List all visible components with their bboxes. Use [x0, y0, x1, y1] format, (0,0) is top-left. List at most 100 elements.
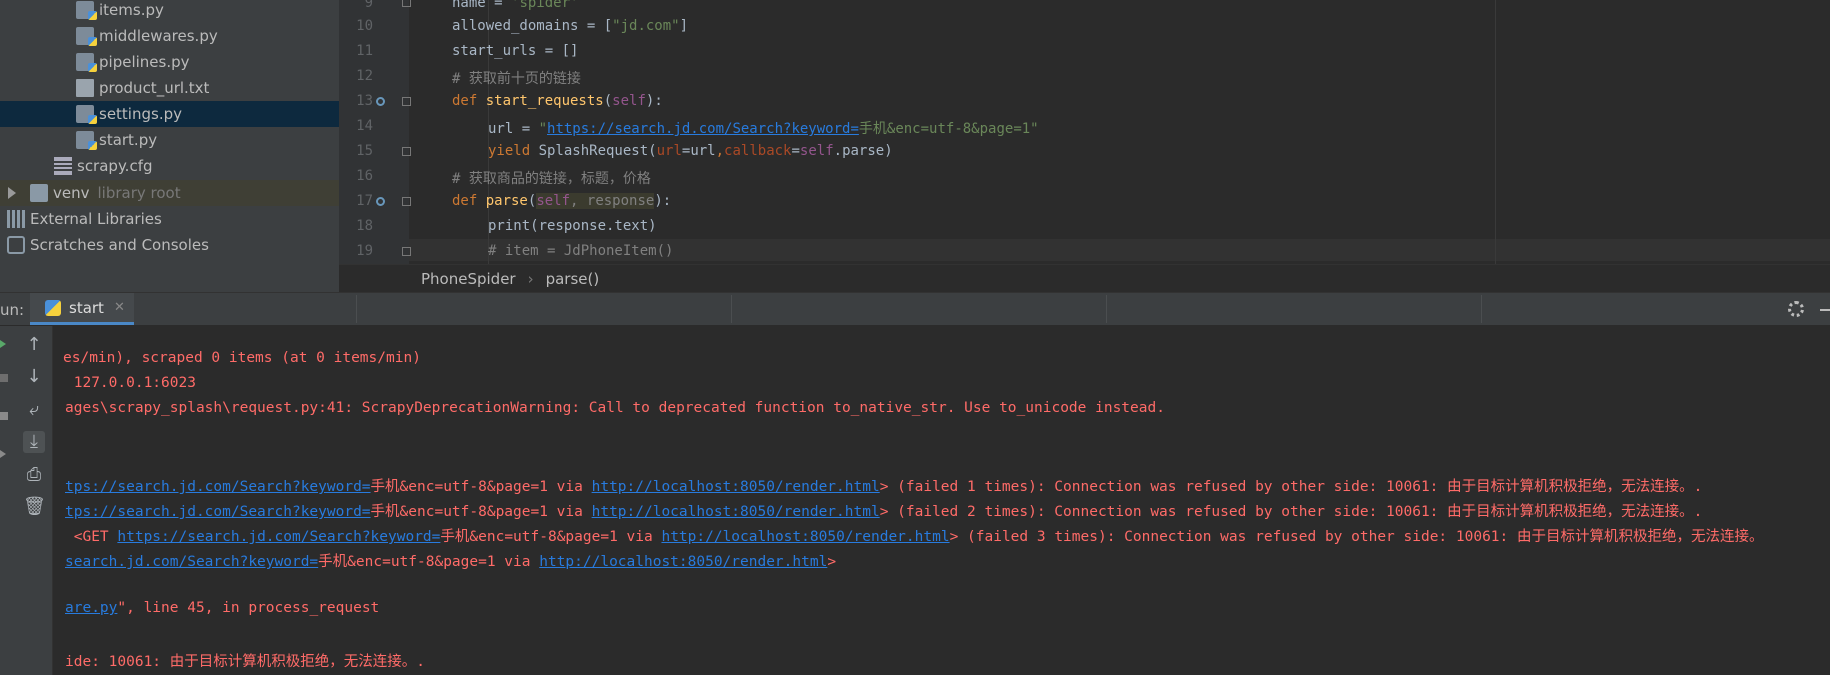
tree-item-scrapy-cfg[interactable]: scrapy.cfg [0, 153, 339, 179]
breadcrumb-method[interactable]: parse() [546, 270, 600, 288]
close-icon[interactable]: ✕ [114, 300, 125, 315]
console-link[interactable]: http://localhost:8050/render.html [539, 554, 827, 570]
layout-icon[interactable] [0, 412, 8, 420]
override-marker-icon[interactable] [376, 97, 385, 106]
line-number: 16 [356, 168, 373, 184]
editor-gutter[interactable]: 9 10 11 12 13 14 15 16 17 18 19 [339, 0, 411, 264]
python-file-icon [76, 105, 97, 124]
console-link[interactable]: search.jd.com/Search?keyword= [65, 554, 318, 570]
tree-item-settings-py[interactable]: settings.py [0, 101, 339, 127]
code-line-18[interactable]: print(response.text) [488, 218, 657, 234]
trash-icon[interactable]: 🗑 [23, 496, 46, 518]
console-link[interactable]: tps://search.jd.com/Search?keyword= [65, 479, 371, 495]
console-side-toolbar: ↑ ↓ ⤶ ⤓ ⎙ 🗑 [15, 326, 53, 675]
console-link[interactable]: tps://search.jd.com/Search?keyword= [65, 504, 371, 520]
python-file-icon [45, 299, 61, 316]
arrow-down-icon[interactable]: ↓ [23, 366, 45, 388]
arrow-up-icon[interactable]: ↑ [23, 334, 45, 356]
breadcrumb-separator-icon: › [527, 270, 534, 288]
folder-icon [30, 184, 48, 202]
code-line-17[interactable]: def parse(self, response): [452, 193, 671, 209]
config-file-icon [54, 157, 72, 175]
code-line-19[interactable]: # item = JdPhoneItem() [488, 243, 673, 259]
console-line: ages\scrapy_splash\request.py:41: Scrapy… [65, 400, 1165, 416]
editor-breadcrumb: PhoneSpider › parse() [339, 264, 1830, 293]
tree-item-scratches[interactable]: Scratches and Consoles [0, 232, 339, 258]
pin-icon[interactable] [0, 450, 6, 458]
fold-marker-icon[interactable] [402, 0, 411, 7]
fold-marker-icon[interactable] [402, 147, 411, 156]
code-line-14[interactable]: url = "https://search.jd.com/Search?keyw… [488, 118, 1039, 138]
breadcrumb-class[interactable]: PhoneSpider [421, 270, 516, 288]
tree-item-items-py[interactable]: items.py [0, 0, 339, 23]
console-link[interactable]: http://localhost:8050/render.html [592, 504, 880, 520]
run-left-toolbar [0, 326, 15, 675]
tree-item-label: start.py [99, 131, 158, 149]
rerun-icon[interactable] [0, 340, 6, 348]
tree-item-label: items.py [99, 1, 164, 19]
scratches-icon [7, 236, 25, 254]
code-line-13[interactable]: def start_requests(self): [452, 93, 663, 109]
code-line-11[interactable]: start_urls = [] [452, 43, 578, 59]
tree-item-label: venv [53, 184, 90, 202]
tree-item-label: product_url.txt [99, 79, 210, 97]
console-line: search.jd.com/Search?keyword=手机&enc=utf-… [65, 554, 837, 570]
console-line: <GET https://search.jd.com/Search?keywor… [65, 529, 1764, 545]
print-icon[interactable]: ⎙ [23, 464, 45, 486]
console-line: 127.0.0.1:6023 [65, 375, 196, 391]
line-number: 10 [356, 18, 373, 34]
line-number: 12 [356, 68, 373, 84]
console-link[interactable]: are.py [65, 600, 117, 616]
python-file-icon [76, 1, 97, 20]
python-file-icon [76, 53, 97, 72]
console-line: are.py", line 45, in process_request [65, 600, 380, 616]
fold-marker-icon[interactable] [402, 197, 411, 206]
python-file-icon [76, 131, 97, 150]
console-link[interactable]: https://search.jd.com/Search?keyword= [117, 529, 440, 545]
tree-item-pipelines-py[interactable]: pipelines.py [0, 49, 339, 75]
line-number: 19 [356, 243, 373, 259]
tree-item-label: middlewares.py [99, 27, 218, 45]
console-line: ide: 10061: 由于目标计算机积极拒绝，无法连接。. [65, 654, 425, 670]
tree-item-label: Scratches and Consoles [30, 236, 209, 254]
line-number: 11 [356, 43, 373, 59]
code-line-10[interactable]: allowed_domains = ["jd.com"] [452, 18, 688, 34]
scroll-to-end-icon[interactable]: ⤓ [23, 431, 45, 453]
tree-item-label: scrapy.cfg [77, 157, 153, 175]
console-line: tps://search.jd.com/Search?keyword=手机&en… [65, 479, 1703, 495]
libraries-icon [7, 210, 25, 228]
line-number: 14 [356, 118, 373, 134]
soft-wrap-icon[interactable]: ⤶ [23, 399, 45, 421]
tree-item-product-url-txt[interactable]: product_url.txt [0, 75, 339, 101]
line-number: 18 [356, 218, 373, 234]
library-root-hint: library root [97, 184, 181, 202]
line-number: 15 [356, 143, 373, 159]
run-label: un: [0, 301, 25, 319]
tree-item-venv[interactable]: venv library root [0, 180, 339, 206]
code-line-16[interactable]: # 获取商品的链接，标题，价格 [452, 168, 651, 188]
tab-start[interactable]: start ✕ [30, 293, 134, 325]
run-console-output[interactable]: es/min), scraped 0 items (at 0 items/min… [53, 326, 1830, 675]
code-line-15[interactable]: yield SplashRequest(url=url,callback=sel… [488, 143, 893, 159]
minimize-icon[interactable] [1820, 309, 1830, 311]
fold-marker-icon[interactable] [402, 247, 411, 256]
tree-item-external-libraries[interactable]: External Libraries [0, 206, 339, 232]
console-link[interactable]: http://localhost:8050/render.html [661, 529, 949, 545]
fold-marker-icon[interactable] [402, 97, 411, 106]
tab-label: start [69, 298, 104, 317]
tree-item-start-py[interactable]: start.py [0, 127, 339, 153]
tree-item-label: External Libraries [30, 210, 162, 228]
code-editor[interactable]: 9 10 11 12 13 14 15 16 17 18 19 name = '… [339, 0, 1830, 264]
text-file-icon [76, 79, 94, 97]
stop-icon[interactable] [0, 374, 8, 382]
expand-arrow-icon[interactable] [8, 187, 16, 199]
right-margin-guide [1495, 0, 1496, 264]
console-line: es/min), scraped 0 items (at 0 items/min… [63, 350, 421, 366]
project-tree: items.py middlewares.py pipelines.py pro… [0, 0, 339, 292]
settings-gear-icon[interactable] [1788, 301, 1804, 317]
code-line-12[interactable]: # 获取前十页的链接 [452, 68, 581, 88]
tree-item-middlewares-py[interactable]: middlewares.py [0, 23, 339, 49]
console-link[interactable]: http://localhost:8050/render.html [592, 479, 880, 495]
code-line-9[interactable]: name = 'spider' [452, 0, 578, 11]
override-marker-icon[interactable] [376, 197, 385, 206]
